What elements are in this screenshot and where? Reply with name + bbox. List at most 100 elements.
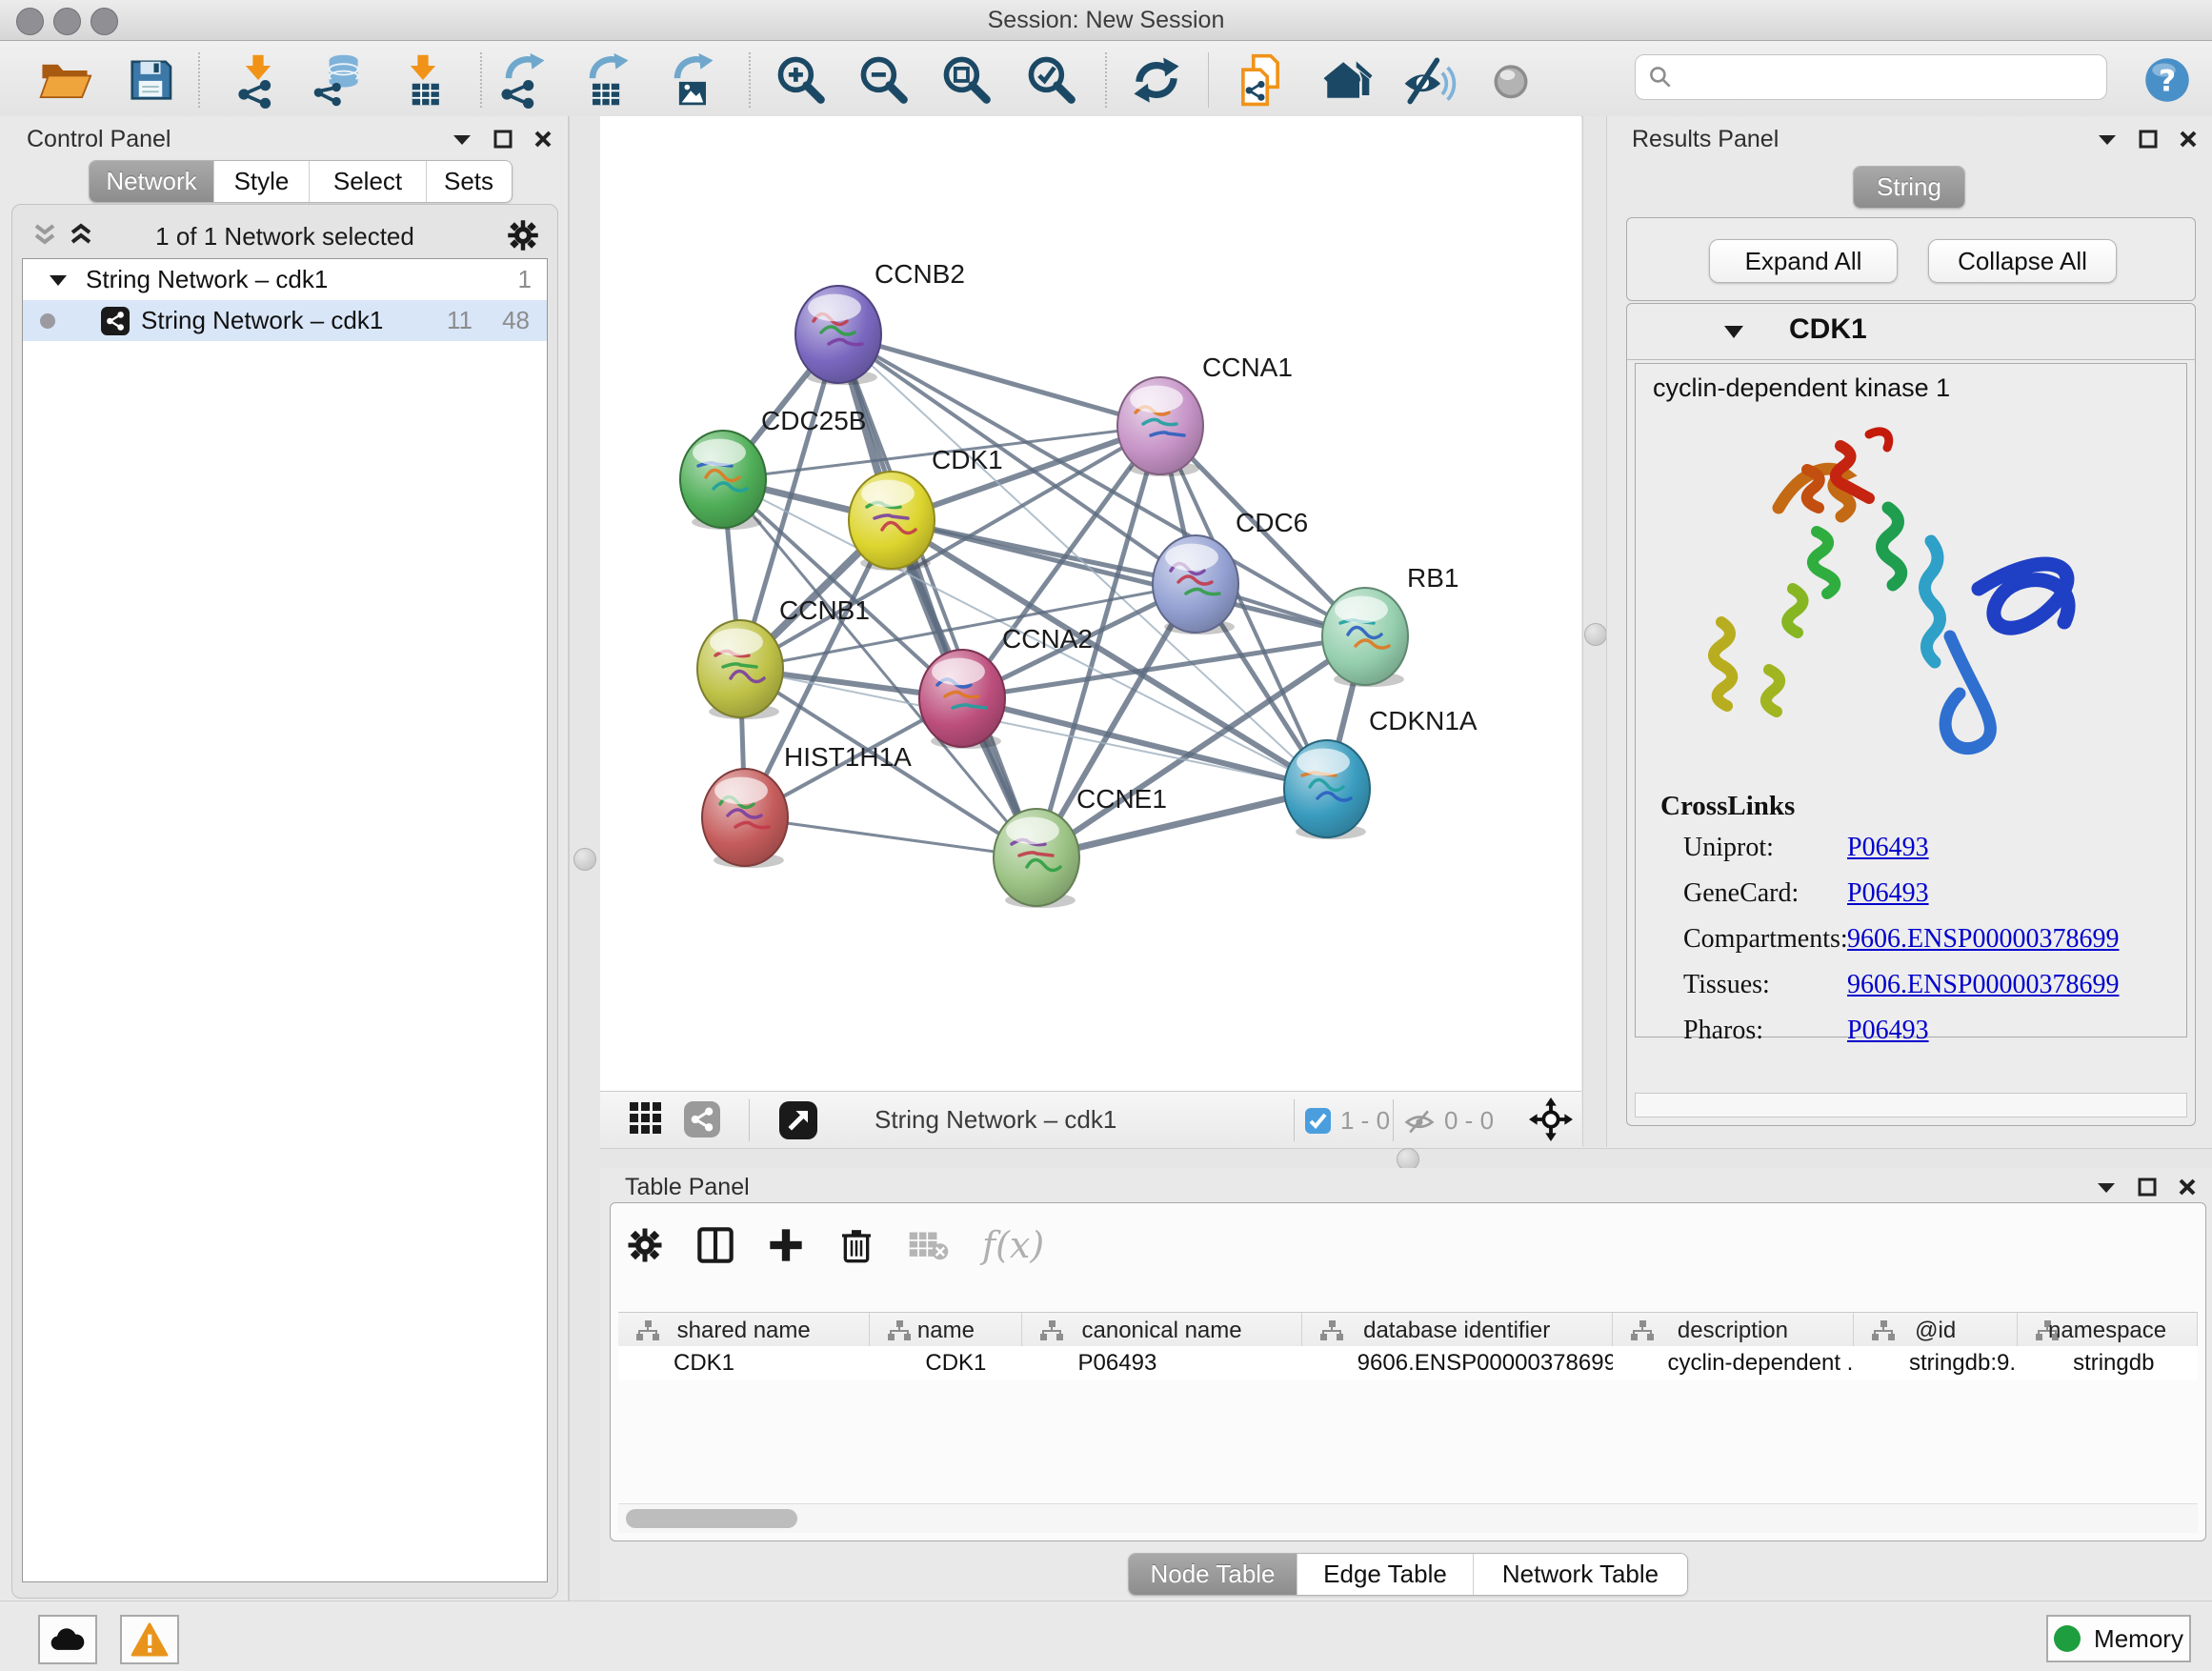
column-header-name[interactable]: name: [870, 1313, 1022, 1347]
open-session-icon[interactable]: [35, 52, 94, 108]
tab-sets[interactable]: Sets: [426, 161, 511, 202]
results-buttons-box: Expand All Collapse All: [1626, 217, 2196, 301]
results-tab-string[interactable]: String: [1853, 166, 1965, 209]
panel-close-icon[interactable]: [533, 130, 553, 149]
fit-selected-icon[interactable]: [1529, 1097, 1573, 1141]
tab-network[interactable]: Network: [90, 161, 213, 202]
node-section-header[interactable]: CDK1: [1627, 304, 2195, 360]
crosslink-value-link[interactable]: P06493: [1847, 1016, 1929, 1046]
zoom-in-icon[interactable]: [772, 52, 831, 108]
refresh-icon[interactable]: [1127, 52, 1186, 108]
export-network-icon[interactable]: [493, 52, 553, 108]
graph-node-RB1[interactable]: RB1: [1322, 563, 1458, 687]
grid-view-icon[interactable]: [629, 1101, 663, 1136]
crosslink-value-link[interactable]: 9606.ENSP00000378699: [1847, 924, 2119, 955]
show-all-icon[interactable]: [1481, 52, 1540, 108]
add-column-icon[interactable]: [767, 1226, 805, 1264]
panel-close-icon[interactable]: [2179, 130, 2198, 149]
clone-network-icon[interactable]: [1231, 52, 1290, 108]
tab-network-table[interactable]: Network Table: [1473, 1554, 1687, 1595]
toolbar-separator: [480, 52, 482, 108]
table-cell[interactable]: P06493: [1023, 1346, 1302, 1380]
tab-node-table[interactable]: Node Table: [1129, 1554, 1297, 1595]
horizontal-splitter[interactable]: [600, 1148, 2212, 1169]
splitter-handle[interactable]: [573, 848, 596, 871]
table-gear-icon[interactable]: [626, 1226, 664, 1264]
graph-node-CCNB1[interactable]: CCNB1: [697, 595, 870, 719]
help-icon[interactable]: ?: [2138, 52, 2197, 108]
network-view-type-icon[interactable]: [684, 1101, 720, 1137]
section-collapse-icon[interactable]: [1722, 323, 1745, 340]
hide-selected-icon[interactable]: [1398, 52, 1458, 108]
table-cell[interactable]: 9606.ENSP00000378699: [1302, 1346, 1613, 1380]
export-table-icon[interactable]: [577, 52, 636, 108]
panel-menu-icon[interactable]: [2096, 1179, 2117, 1195]
graph-node-CCNB2[interactable]: CCNB2: [795, 259, 965, 385]
column-header-database-identifier[interactable]: database identifier: [1302, 1313, 1613, 1347]
zoom-selected-icon[interactable]: [1022, 52, 1081, 108]
column-header-shared-name[interactable]: shared name: [618, 1313, 870, 1347]
import-network-icon[interactable]: [229, 52, 288, 108]
panel-menu-icon[interactable]: [452, 131, 473, 147]
table-cell[interactable]: stringdb: [2018, 1346, 2198, 1380]
tab-style[interactable]: Style: [213, 161, 309, 202]
vertical-splitter-right[interactable]: [1582, 116, 1607, 1147]
graph-node-CCNA1[interactable]: CCNA1: [1117, 352, 1293, 476]
panel-menu-icon[interactable]: [2097, 131, 2118, 147]
vertical-splitter-left[interactable]: [569, 116, 601, 1601]
tab-edge-table[interactable]: Edge Table: [1297, 1554, 1473, 1595]
expand-all-button[interactable]: Expand All: [1709, 239, 1898, 283]
table-cell[interactable]: CDK1: [618, 1346, 870, 1380]
table-cell[interactable]: stringdb:9...: [1854, 1346, 2018, 1380]
column-header-namespace[interactable]: namespace: [2018, 1313, 2198, 1347]
network-tree-child-row[interactable]: String Network – cdk1 11 48: [23, 300, 547, 341]
function-builder-icon[interactable]: f(x): [982, 1224, 1044, 1266]
table-cell[interactable]: CDK1: [870, 1346, 1022, 1380]
column-header-canonical-name[interactable]: canonical name: [1022, 1313, 1301, 1347]
splitter-handle[interactable]: [1584, 623, 1607, 646]
tab-select[interactable]: Select: [309, 161, 426, 202]
graph-node-HIST1H1A[interactable]: HIST1H1A: [702, 742, 912, 868]
cloud-button[interactable]: [38, 1615, 97, 1664]
crosslink-value-link[interactable]: P06493: [1847, 878, 1929, 909]
import-table-icon[interactable]: [393, 52, 452, 108]
column-header-description[interactable]: description: [1613, 1313, 1854, 1347]
table-row[interactable]: CDK1CDK1P064939606.ENSP00000378699cyclin…: [618, 1346, 2198, 1380]
birdseye-view-icon[interactable]: [779, 1101, 817, 1139]
first-neighbors-icon[interactable]: [1316, 52, 1375, 108]
graph-node-CDC25B[interactable]: CDC25B: [680, 406, 866, 530]
show-columns-icon[interactable]: [696, 1226, 734, 1264]
crosslink-value-link[interactable]: P06493: [1847, 833, 1929, 863]
tree-expanded-icon[interactable]: [48, 272, 69, 288]
zoom-out-icon[interactable]: [855, 52, 914, 108]
search-input[interactable]: [1674, 63, 2106, 91]
graph-node-CDKN1A[interactable]: CDKN1A: [1284, 706, 1478, 839]
network-tree-root-row[interactable]: String Network – cdk1 1: [23, 259, 547, 300]
import-database-icon[interactable]: [309, 52, 368, 108]
save-session-icon[interactable]: [121, 52, 180, 108]
export-image-icon[interactable]: [662, 52, 721, 108]
panel-float-icon[interactable]: [493, 130, 513, 149]
zoom-fit-icon[interactable]: [937, 52, 996, 108]
crosslink-row: Tissues:9606.ENSP00000378699: [1683, 970, 2179, 1000]
collapse-all-button[interactable]: Collapse All: [1928, 239, 2117, 283]
table-hscrollbar[interactable]: [618, 1503, 2198, 1533]
panel-close-icon[interactable]: [2178, 1178, 2197, 1197]
panel-float-icon[interactable]: [2138, 1178, 2157, 1197]
toolbar-separator: [198, 52, 200, 108]
memory-button[interactable]: Memory: [2046, 1615, 2191, 1662]
search-field[interactable]: [1635, 54, 2107, 100]
warning-button[interactable]: [120, 1615, 179, 1664]
scrollbar-thumb[interactable]: [626, 1509, 797, 1528]
results-hscrollbar[interactable]: [1635, 1093, 2187, 1117]
gear-icon[interactable]: [506, 218, 540, 252]
network-canvas[interactable]: CCNB2CDC25BCDK1CCNA1CDC6RB1CCNB1CCNA2HIS…: [600, 116, 1581, 1091]
crosslink-value-link[interactable]: 9606.ENSP00000378699: [1847, 970, 2119, 1000]
panel-float-icon[interactable]: [2139, 130, 2158, 149]
column-header--id[interactable]: @id: [1854, 1313, 2018, 1347]
delete-table-icon[interactable]: [908, 1228, 950, 1262]
main-toolbar: ?: [0, 41, 2212, 117]
table-cell[interactable]: cyclin-dependent ...: [1613, 1346, 1854, 1380]
delete-column-icon[interactable]: [837, 1226, 875, 1264]
cloud-icon: [49, 1625, 87, 1654]
